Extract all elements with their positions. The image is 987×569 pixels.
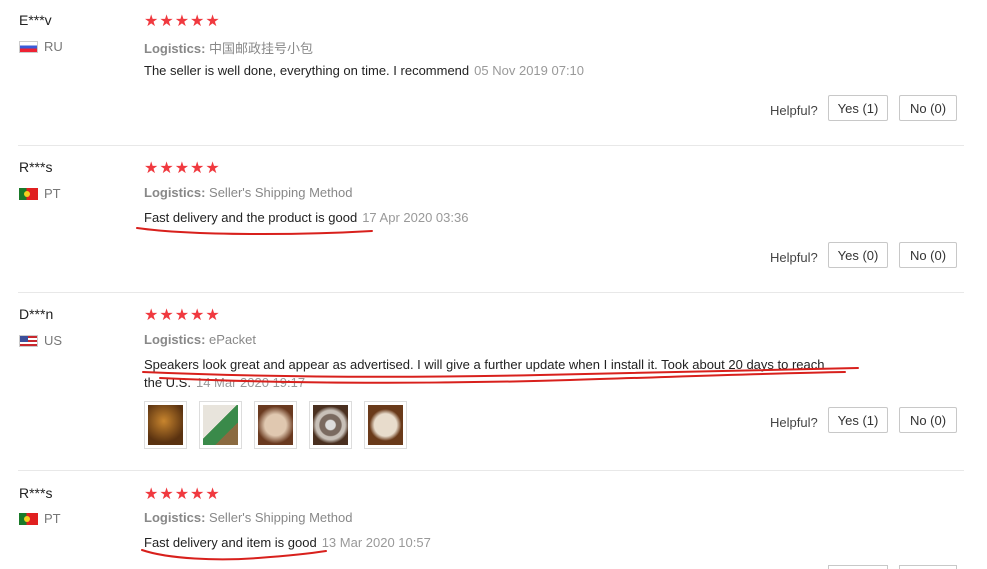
- helpful-yes-button[interactable]: Yes (1): [828, 407, 888, 433]
- review-text: Fast delivery and item is good 13 Mar 202…: [144, 534, 874, 552]
- logistics-value: 中国邮政挂号小包: [209, 41, 314, 56]
- logistics-label: Logistics:: [144, 510, 206, 525]
- logistics-info: Logistics: Seller's Shipping Method: [144, 185, 352, 200]
- review-body: Fast delivery and item is good: [144, 535, 317, 550]
- review-photo-thumbnail[interactable]: [309, 401, 352, 449]
- review-date: 17 Apr 2020 03:36: [362, 210, 469, 225]
- review-photo-thumbnail[interactable]: [254, 401, 297, 449]
- reviewer-country: US: [19, 333, 62, 348]
- flag-pt-icon: [19, 512, 38, 525]
- review-body: Fast delivery and the product is good: [144, 210, 358, 225]
- review-text: The seller is well done, everything on t…: [144, 62, 874, 80]
- reviewer-country: PT: [19, 186, 61, 201]
- review-photo-thumbnail[interactable]: [199, 401, 242, 449]
- logistics-value: Seller's Shipping Method: [209, 185, 353, 200]
- logistics-value: ePacket: [209, 332, 257, 347]
- flag-us-icon: [19, 334, 38, 347]
- review-body-line2: the U.S.: [144, 375, 191, 390]
- review-photo-thumbnail[interactable]: [364, 401, 407, 449]
- logistics-value: Seller's Shipping Method: [209, 510, 353, 525]
- review-photos: [144, 401, 424, 451]
- country-code: PT: [44, 511, 61, 526]
- reviewer-country: PT: [19, 511, 61, 526]
- country-code: RU: [44, 39, 63, 54]
- star-rating: ★★★★★: [144, 307, 221, 324]
- review-date: 13 Mar 2020 10:57: [321, 535, 431, 550]
- star-rating: ★★★★★: [144, 486, 221, 503]
- logistics-info: Logistics: Seller's Shipping Method: [144, 510, 352, 525]
- helpful-label: Helpful?: [770, 250, 818, 265]
- reviewer-name: R***s: [19, 485, 53, 501]
- helpful-no-button-partial[interactable]: [899, 565, 957, 569]
- review-text: Fast delivery and the product is good 17 …: [144, 209, 874, 227]
- logistics-info: Logistics: 中国邮政挂号小包: [144, 38, 313, 57]
- helpful-yes-button-partial[interactable]: [828, 565, 888, 569]
- star-rating: ★★★★★: [144, 13, 221, 30]
- divider: [18, 145, 964, 146]
- helpful-yes-button[interactable]: Yes (0): [828, 242, 888, 268]
- logistics-label: Logistics:: [144, 185, 206, 200]
- helpful-no-button[interactable]: No (0): [899, 407, 957, 433]
- review-text: Speakers look great and appear as advert…: [144, 356, 874, 392]
- country-code: PT: [44, 186, 61, 201]
- logistics-label: Logistics:: [144, 332, 206, 347]
- flag-pt-icon: [19, 187, 38, 200]
- reviewer-name: R***s: [19, 159, 53, 175]
- helpful-label: Helpful?: [770, 415, 818, 430]
- reviewer-country: RU: [19, 39, 63, 54]
- helpful-no-button[interactable]: No (0): [899, 95, 957, 121]
- country-code: US: [44, 333, 63, 348]
- divider: [18, 292, 964, 293]
- reviewer-name: E***v: [19, 12, 52, 28]
- review-body-line1: Speakers look great and appear as advert…: [144, 357, 825, 372]
- logistics-info: Logistics: ePacket: [144, 332, 256, 347]
- helpful-label: Helpful?: [770, 103, 818, 118]
- helpful-yes-button[interactable]: Yes (1): [828, 95, 888, 121]
- review-photo-thumbnail[interactable]: [144, 401, 187, 449]
- review-date: 14 Mar 2020 19:17: [195, 375, 306, 390]
- flag-ru-icon: [19, 40, 38, 53]
- logistics-label: Logistics:: [144, 41, 206, 56]
- star-rating: ★★★★★: [144, 160, 221, 177]
- review-body: The seller is well done, everything on t…: [144, 63, 470, 78]
- reviewer-name: D***n: [19, 306, 54, 322]
- divider: [18, 470, 964, 471]
- review-date: 05 Nov 2019 07:10: [474, 63, 585, 78]
- helpful-no-button[interactable]: No (0): [899, 242, 957, 268]
